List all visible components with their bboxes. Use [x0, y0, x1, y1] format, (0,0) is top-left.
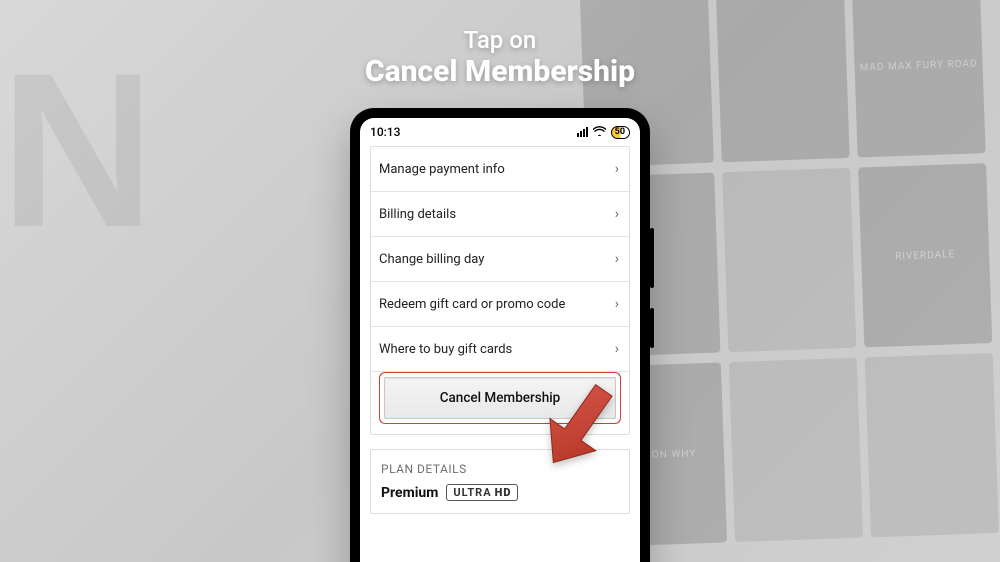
chevron-right-icon: › [615, 341, 619, 357]
instruction-line-1: Tap on [365, 26, 635, 54]
poster [722, 168, 856, 352]
status-bar: 10:13 50 [360, 118, 640, 146]
instruction-heading: Tap on Cancel Membership [365, 26, 635, 89]
cancel-membership-button[interactable]: Cancel Membership [384, 377, 616, 419]
cancel-membership-highlight: Cancel Membership [379, 372, 621, 424]
signal-icon [577, 127, 588, 137]
phone-side-button [650, 228, 654, 288]
battery-icon: 50 [611, 126, 630, 139]
wifi-icon [593, 126, 606, 139]
chevron-right-icon: › [615, 161, 619, 177]
plan-row: Premium ULTRAHD [371, 484, 629, 513]
chevron-right-icon: › [615, 296, 619, 312]
poster: MAD MAX FURY ROAD [851, 0, 985, 158]
poster [865, 353, 999, 537]
ultra-hd-badge: ULTRAHD [446, 484, 518, 501]
poster [716, 0, 850, 162]
row-where-to-buy-gift-cards[interactable]: Where to buy gift cards › [371, 327, 629, 372]
chevron-right-icon: › [615, 206, 619, 222]
row-redeem-gift-card[interactable]: Redeem gift card or promo code › [371, 282, 629, 327]
billing-card: Manage payment info › Billing details › … [370, 146, 630, 435]
plan-name: Premium [381, 485, 438, 501]
row-change-billing-day[interactable]: Change billing day › [371, 237, 629, 282]
phone-screen: 10:13 50 Manage payment info › Billing d… [360, 118, 640, 562]
phone-frame: 10:13 50 Manage payment info › Billing d… [350, 108, 650, 562]
instruction-line-2: Cancel Membership [365, 54, 635, 89]
poster: RIVERDALE [858, 163, 992, 347]
settings-content: Manage payment info › Billing details › … [360, 146, 640, 562]
row-manage-payment-info[interactable]: Manage payment info › [371, 147, 629, 192]
row-label: Manage payment info [379, 162, 505, 177]
row-label: Billing details [379, 207, 456, 222]
row-label: Redeem gift card or promo code [379, 297, 565, 312]
row-label: Where to buy gift cards [379, 342, 512, 357]
row-label: Change billing day [379, 252, 484, 267]
row-billing-details[interactable]: Billing details › [371, 192, 629, 237]
poster [729, 358, 863, 542]
status-time: 10:13 [370, 125, 400, 139]
chevron-right-icon: › [615, 251, 619, 267]
plan-section-title: PLAN DETAILS [371, 450, 629, 484]
plan-card: PLAN DETAILS Premium ULTRAHD [370, 449, 630, 514]
phone-side-button [650, 308, 654, 348]
background-glyph: N [0, 40, 140, 320]
